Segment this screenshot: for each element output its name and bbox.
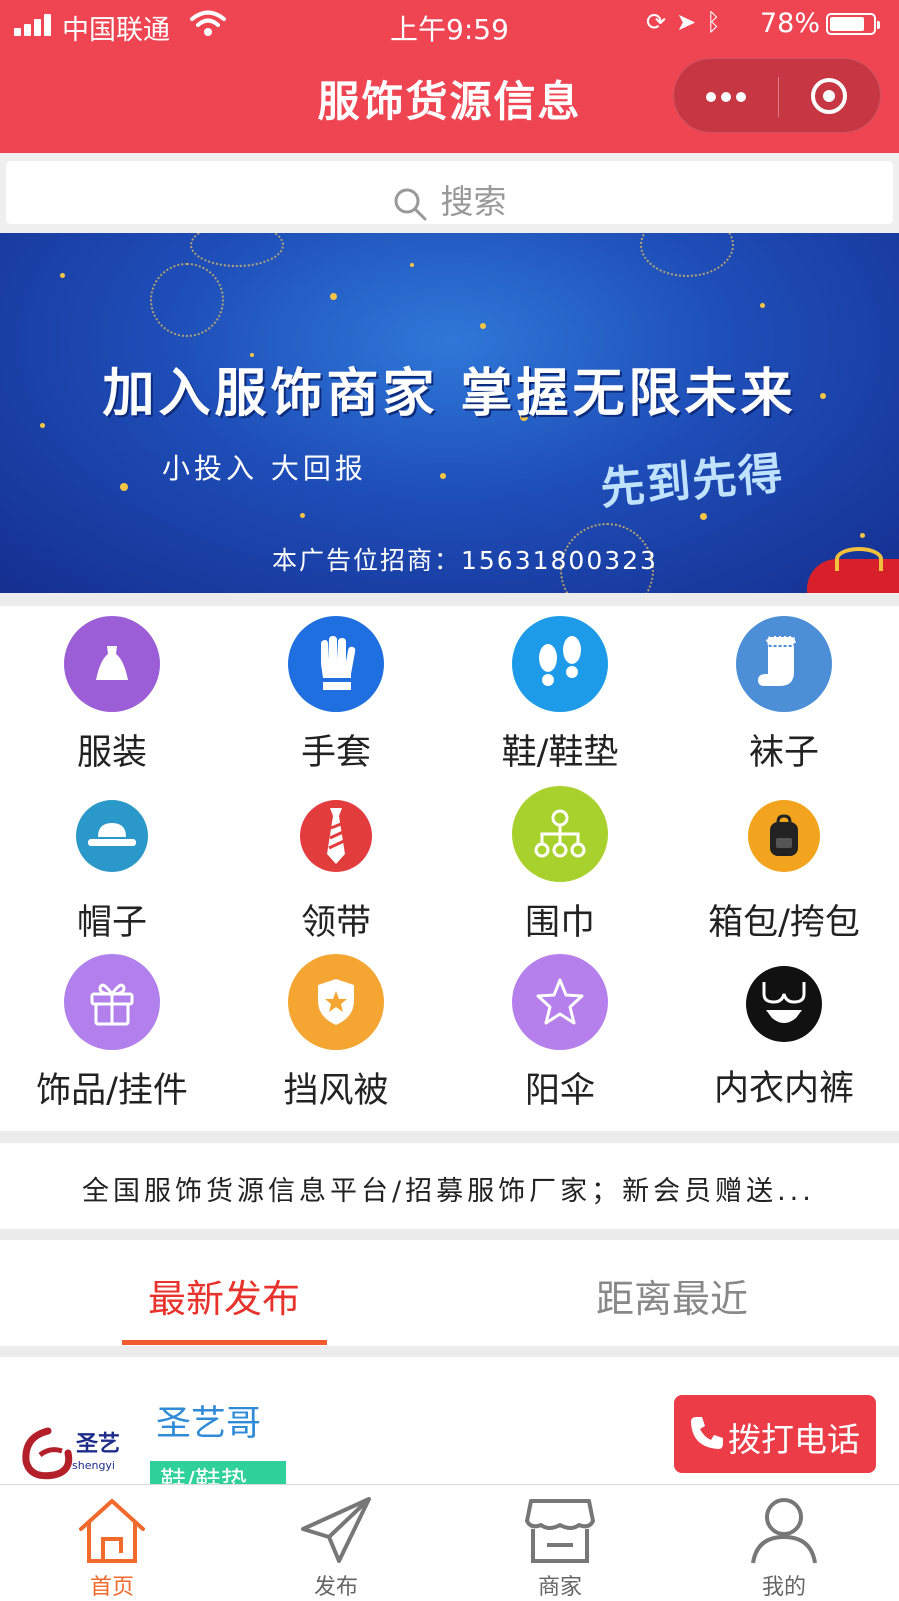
shield-star-icon: [288, 954, 384, 1050]
category-label: 挡风被: [283, 1071, 389, 1111]
bottom-tab-publish[interactable]: 发布: [224, 1485, 448, 1601]
category-windproof-quilts[interactable]: 挡风被: [224, 954, 448, 1113]
promo-banner[interactable]: 加入服饰商家 掌握无限未来 小投入 大回报 先到先得 本广告位招商：156318…: [0, 233, 899, 593]
section-divider: [0, 1346, 899, 1357]
battery-icon: [826, 13, 880, 35]
search-bar: 搜索: [0, 153, 899, 233]
search-placeholder: 搜索: [440, 182, 507, 221]
category-label: 领带: [300, 903, 371, 943]
battery-percent: 78%: [760, 8, 821, 39]
mini-program-capsule: [673, 58, 881, 133]
footprints-icon: [512, 616, 608, 712]
category-scarves[interactable]: 围巾: [448, 786, 672, 945]
phone-icon: [691, 1417, 723, 1449]
bottom-tab-mine[interactable]: 我的: [672, 1485, 896, 1601]
category-label: 袜子: [748, 733, 819, 773]
listing-tabs: 最新发布 距离最近: [0, 1240, 899, 1346]
top-bar: 中国联通 上午9:59 ⟳ ➤ ᛒ 78% 服饰货源信息: [0, 0, 899, 153]
bottom-tab-label: 我的: [761, 1575, 806, 1600]
more-menu-icon[interactable]: [674, 59, 778, 134]
user-icon: [751, 1498, 817, 1564]
category-label: 内衣内裤: [713, 1069, 854, 1109]
category-shoes[interactable]: 鞋/鞋垫: [448, 616, 672, 775]
category-tag: 鞋/鞋垫: [150, 1461, 286, 1485]
lingerie-icon: [746, 966, 822, 1042]
banner-title: 加入服饰商家 掌握无限未来: [102, 364, 797, 424]
category-label: 手套: [300, 733, 371, 773]
home-icon: [79, 1499, 145, 1563]
active-tab-underline: [122, 1340, 327, 1345]
category-hats[interactable]: 帽子: [0, 800, 224, 945]
category-label: 阳伞: [524, 1071, 595, 1111]
tie-icon: [300, 800, 372, 872]
category-socks[interactable]: 袜子: [672, 616, 896, 775]
capsule-divider: [778, 77, 779, 117]
dress-icon: [64, 616, 160, 712]
category-label: 帽子: [76, 903, 147, 943]
section-divider: [0, 1229, 899, 1240]
status-icons: ⟳ ➤ ᛒ: [646, 8, 731, 36]
star-icon: [512, 954, 608, 1050]
network-icon: [512, 786, 608, 882]
svg-text:shengyi: shengyi: [72, 1459, 115, 1472]
bottom-tab-label: 发布: [313, 1575, 358, 1600]
hat-icon: [76, 800, 148, 872]
close-target-icon[interactable]: [811, 78, 847, 114]
backpack-icon: [748, 800, 820, 872]
sock-icon: [736, 616, 832, 712]
category-label: 饰品/挂件: [36, 1071, 188, 1111]
bottom-tab-home[interactable]: 首页: [0, 1485, 224, 1601]
banner-subtitle: 小投入 大回报: [162, 452, 367, 485]
search-input[interactable]: 搜索: [6, 161, 893, 224]
category-label: 箱包/挎包: [708, 903, 860, 943]
bottom-tab-label: 商家: [537, 1575, 582, 1600]
rotation-lock-icon: ⟳: [646, 8, 667, 36]
category-label: 鞋/鞋垫: [501, 733, 619, 773]
shop-logo: 圣艺 shengyi: [22, 1427, 120, 1480]
shop-name[interactable]: 圣艺哥: [156, 1395, 261, 1446]
section-divider: [0, 593, 899, 606]
category-accessories[interactable]: 饰品/挂件: [0, 954, 224, 1113]
category-bags[interactable]: 箱包/挎包: [672, 800, 896, 945]
tab-latest[interactable]: 最新发布: [148, 1268, 300, 1323]
banner-slogan: 先到先得: [598, 448, 787, 515]
call-button-label: 拨打电话: [728, 1420, 860, 1459]
store-icon: [525, 1499, 595, 1563]
status-bar: 中国联通 上午9:59 ⟳ ➤ ᛒ 78%: [0, 0, 899, 50]
section-divider: [0, 1131, 899, 1143]
category-parasols[interactable]: 阳伞: [448, 954, 672, 1113]
category-ties[interactable]: 领带: [224, 800, 448, 945]
svg-text:圣艺: 圣艺: [76, 1431, 120, 1457]
category-underwear[interactable]: 内衣内裤: [672, 966, 896, 1111]
announcement-bar[interactable]: 全国服饰货源信息平台/招募服饰厂家；新会员赠送...: [0, 1143, 899, 1229]
gift-ribbon-decoration: [807, 547, 899, 593]
bottom-tab-merchants[interactable]: 商家: [448, 1485, 672, 1601]
category-label: 服装: [76, 733, 147, 773]
category-gloves[interactable]: 手套: [224, 616, 448, 775]
bottom-tab-label: 首页: [89, 1575, 134, 1600]
banner-contact: 本广告位招商：15631800323: [272, 546, 658, 575]
location-icon: ➤: [676, 8, 697, 36]
call-button[interactable]: 拨打电话: [674, 1395, 876, 1473]
gift-icon: [64, 954, 160, 1050]
category-label: 围巾: [524, 903, 595, 943]
paper-plane-icon: [301, 1497, 371, 1563]
search-icon: [394, 188, 426, 220]
tab-nearest[interactable]: 距离最近: [596, 1268, 748, 1323]
glove-icon: [288, 616, 384, 712]
category-clothing[interactable]: 服装: [0, 616, 224, 775]
announcement-text: 全国服饰货源信息平台/招募服饰厂家；新会员赠送...: [82, 1176, 815, 1207]
bluetooth-icon: ᛒ: [706, 8, 721, 36]
list-item[interactable]: 圣艺 shengyi 圣艺哥 鞋/鞋垫 拨打电话: [0, 1357, 899, 1485]
bottom-tab-bar: 首页 发布 商家 我的: [0, 1484, 899, 1601]
